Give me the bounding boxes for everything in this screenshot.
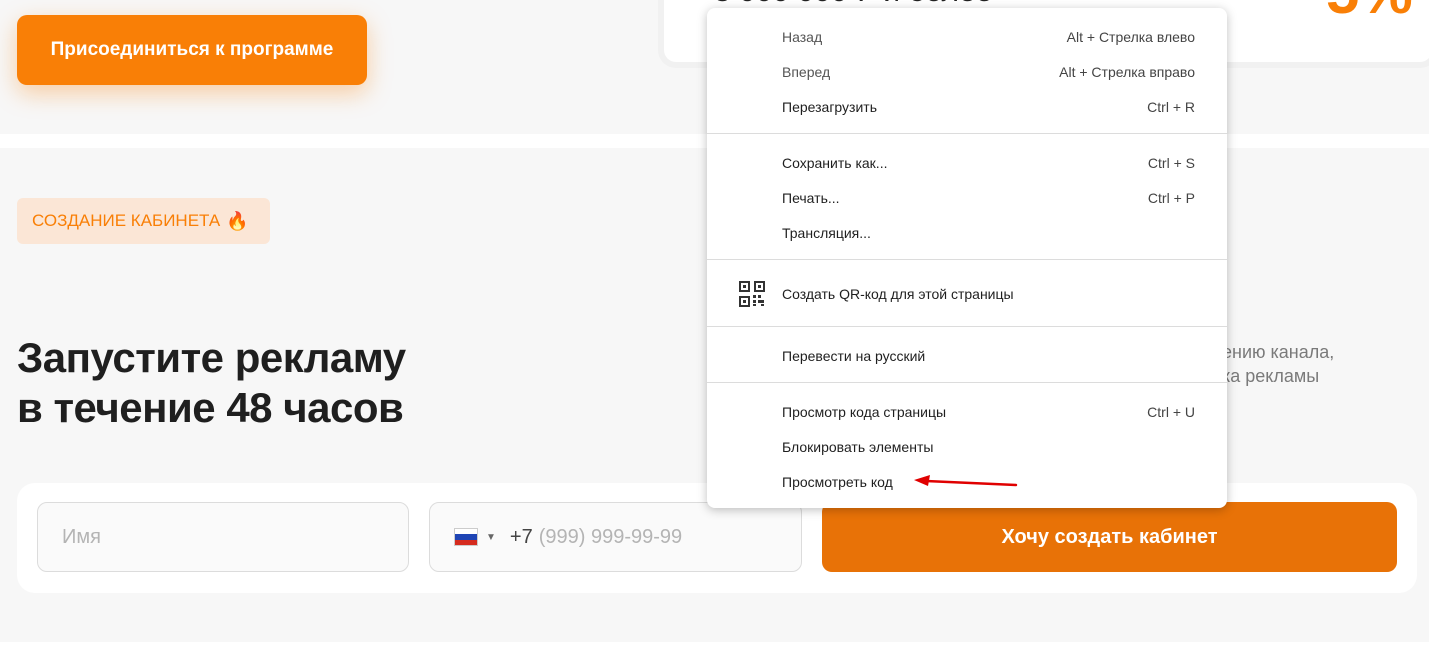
menu-item-label: Трансляция...: [782, 224, 871, 241]
create-cabinet-button[interactable]: Хочу создать кабинет: [822, 502, 1397, 572]
menu-item-shortcut: Alt + Стрелка влево: [1066, 28, 1195, 45]
fire-icon: 🔥: [226, 210, 249, 231]
menu-item-translate[interactable]: Перевести на русский: [707, 338, 1227, 373]
menu-item-label: Вперед: [782, 63, 831, 80]
menu-item-label: Сохранить как...: [782, 154, 888, 171]
menu-item-label: Перезагрузить: [782, 98, 877, 115]
join-program-button[interactable]: Присоединиться к программе: [17, 15, 367, 85]
menu-item-reload[interactable]: Перезагрузить Ctrl + R: [707, 89, 1227, 124]
menu-item-label: Назад: [782, 28, 823, 45]
menu-item-label: Перевести на русский: [782, 347, 926, 364]
menu-item-label: Просмотреть код: [782, 473, 893, 490]
side-description-line-2: ка рекламы: [1222, 366, 1320, 386]
menu-item-save-as[interactable]: Сохранить как... Ctrl + S: [707, 145, 1227, 180]
menu-item-shortcut: Ctrl + P: [1147, 189, 1195, 206]
menu-item-forward[interactable]: Вперед Alt + Стрелка вправо: [707, 54, 1227, 89]
side-description-line-1: ению канала,: [1222, 342, 1335, 362]
menu-item-shortcut: Ctrl + S: [1147, 154, 1195, 171]
menu-item-cast[interactable]: Трансляция...: [707, 215, 1227, 250]
menu-divider: [707, 133, 1227, 134]
side-description: ению канала, ка рекламы: [1222, 340, 1334, 388]
phone-field[interactable]: ▼ +7 (999) 999-99-99: [429, 502, 802, 572]
menu-divider: [707, 326, 1227, 327]
section-badge: СОЗДАНИЕ КАБИНЕТА 🔥: [17, 198, 270, 244]
menu-item-label: Печать...: [782, 189, 840, 206]
stat-percent: 5%: [1326, 0, 1413, 27]
russia-flag-icon[interactable]: [454, 528, 478, 546]
menu-item-label: Создать QR-код для этой страницы: [782, 285, 1014, 302]
menu-item-shortcut: Alt + Стрелка вправо: [1059, 63, 1195, 80]
headline-line-1: Запустите рекламу: [17, 334, 406, 381]
menu-item-shortcut: Ctrl + R: [1147, 98, 1195, 115]
chevron-down-icon[interactable]: ▼: [486, 532, 496, 543]
badge-label: СОЗДАНИЕ КАБИНЕТА: [32, 211, 221, 230]
page-title: Запустите рекламу в течение 48 часов: [17, 333, 406, 433]
menu-item-print[interactable]: Печать... Ctrl + P: [707, 180, 1227, 215]
menu-divider: [707, 259, 1227, 260]
context-menu: Назад Alt + Стрелка влево Вперед Alt + С…: [707, 8, 1227, 508]
menu-item-qr-code[interactable]: Создать QR-код для этой страницы: [707, 276, 1227, 311]
phone-placeholder: (999) 999-99-99: [538, 525, 683, 548]
menu-divider: [707, 382, 1227, 383]
name-placeholder: Имя: [62, 525, 101, 548]
name-field[interactable]: Имя: [37, 502, 409, 572]
menu-item-shortcut: Ctrl + U: [1147, 403, 1195, 420]
menu-item-back[interactable]: Назад Alt + Стрелка влево: [707, 19, 1227, 54]
qr-code-icon: [739, 280, 765, 307]
menu-item-view-source[interactable]: Просмотр кода страницы Ctrl + U: [707, 394, 1227, 429]
menu-item-block-elements[interactable]: Блокировать элементы: [707, 429, 1227, 464]
phone-prefix: +7: [509, 525, 533, 548]
red-arrow-annotation: [914, 475, 1018, 487]
menu-item-label: Просмотр кода страницы: [782, 403, 947, 420]
headline-line-2: в течение 48 часов: [17, 384, 404, 431]
menu-item-label: Блокировать элементы: [782, 438, 934, 455]
